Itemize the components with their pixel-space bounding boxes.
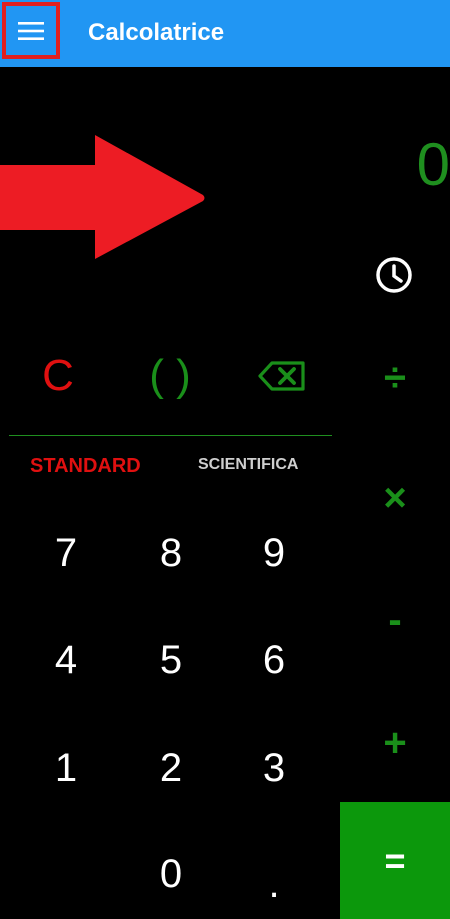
minus-button[interactable]: - xyxy=(365,592,425,648)
plus-button[interactable]: + xyxy=(365,715,425,771)
tab-scientific[interactable]: SCIENTIFICA xyxy=(198,456,298,474)
key-5[interactable]: 5 xyxy=(131,632,211,688)
clear-button[interactable]: C xyxy=(18,348,98,404)
divider-line xyxy=(9,435,332,436)
divide-button[interactable]: ÷ xyxy=(365,350,425,406)
menu-button[interactable] xyxy=(2,2,60,59)
key-6[interactable]: 6 xyxy=(234,632,314,688)
backspace-button[interactable] xyxy=(252,352,312,400)
history-clock-icon[interactable] xyxy=(374,255,414,295)
app-bar: Calcolatrice xyxy=(0,0,450,67)
key-7[interactable]: 7 xyxy=(26,525,106,581)
red-arrow-icon xyxy=(0,135,205,259)
backspace-icon xyxy=(258,361,305,391)
result-display: 0 xyxy=(416,131,450,198)
key-3[interactable]: 3 xyxy=(234,740,314,796)
key-1[interactable]: 1 xyxy=(26,740,106,796)
tab-standard[interactable]: STANDARD xyxy=(30,455,141,478)
key-2[interactable]: 2 xyxy=(131,740,211,796)
key-decimal[interactable]: . xyxy=(234,856,314,912)
key-8[interactable]: 8 xyxy=(131,525,211,581)
multiply-button[interactable]: × xyxy=(365,470,425,526)
equals-button[interactable]: = xyxy=(340,802,450,919)
app-title: Calcolatrice xyxy=(88,19,225,46)
key-0[interactable]: 0 xyxy=(131,846,211,902)
hamburger-menu-icon xyxy=(18,21,44,40)
key-4[interactable]: 4 xyxy=(26,632,106,688)
key-9[interactable]: 9 xyxy=(234,525,314,581)
parentheses-button[interactable]: ( ) xyxy=(130,348,210,404)
